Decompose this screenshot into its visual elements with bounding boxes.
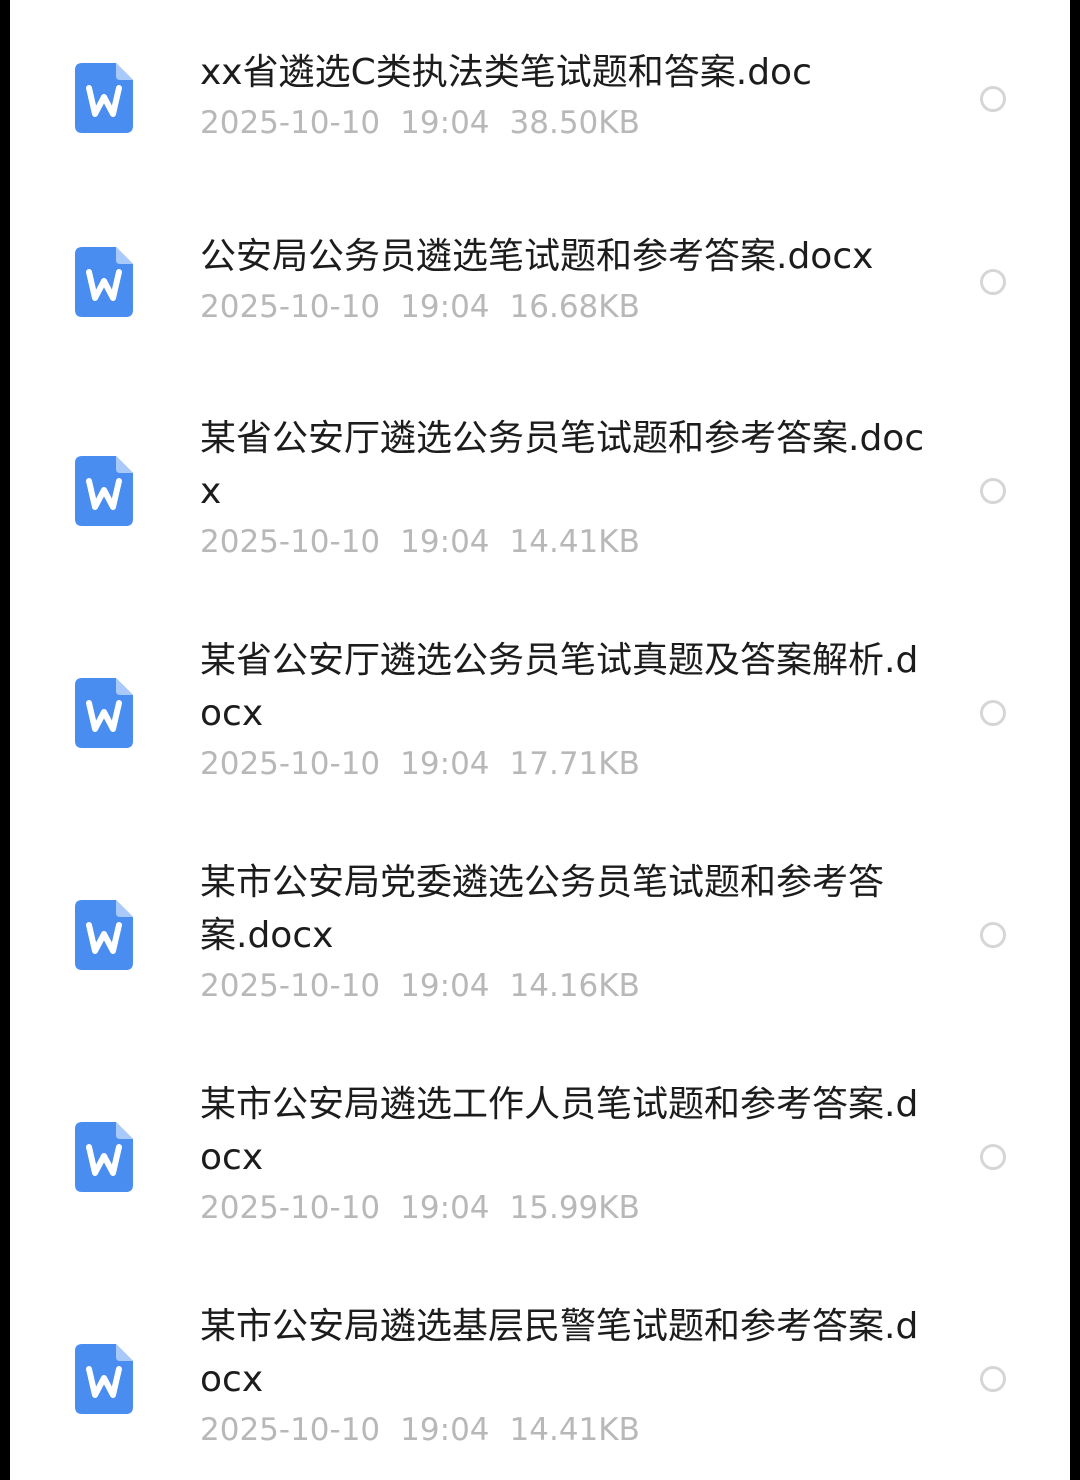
file-time: 19:04 [400,289,490,325]
file-time: 19:04 [400,1412,490,1448]
file-name: 某市公安局遴选基层民警笔试题和参考答案.docx [200,1306,919,1400]
file-name: 公安局公务员遴选笔试题和参考答案.docx [200,236,874,277]
file-date: 2025-10-10 [200,289,381,325]
file-size: 14.41KB [509,1412,640,1448]
file-time: 19:04 [400,524,490,560]
file-date: 2025-10-10 [200,1190,381,1226]
file-time: 19:04 [400,105,490,141]
select-radio-button[interactable] [980,1366,1006,1392]
file-date: 2025-10-10 [200,524,381,560]
select-radio-button[interactable] [980,1144,1006,1170]
file-name: xx省遴选C类执法类笔试题和答案.doc [200,52,812,93]
file-time: 19:04 [400,746,490,782]
file-meta: 2025-10-10 19:04 17.71KB [200,744,930,784]
file-browser-screen: xx省遴选C类执法类笔试题和答案.doc 2025-10-10 19:04 38.5… [10,0,1070,1480]
word-doc-icon [75,678,133,748]
file-date: 2025-10-10 [200,1412,381,1448]
file-name: 某省公安厅遴选公务员笔试题和参考答案.docx [200,418,925,512]
file-size: 14.41KB [509,524,640,560]
word-doc-icon [75,63,133,133]
select-radio-button[interactable] [980,86,1006,112]
file-size: 14.16KB [509,968,640,1004]
word-doc-icon [75,456,133,526]
file-date: 2025-10-10 [200,746,381,782]
file-meta: 2025-10-10 19:04 14.16KB [200,966,930,1006]
file-meta: 2025-10-10 19:04 14.41KB [200,522,930,562]
file-date: 2025-10-10 [200,105,381,141]
select-radio-button[interactable] [980,700,1006,726]
file-size: 38.50KB [509,105,640,141]
word-doc-icon [75,1122,133,1192]
select-radio-button[interactable] [980,478,1006,504]
file-name: 某市公安局党委遴选公务员笔试题和参考答案.docx [200,862,885,956]
file-meta: 2025-10-10 19:04 16.68KB [200,287,930,327]
select-radio-button[interactable] [980,922,1006,948]
file-time: 19:04 [400,968,490,1004]
word-doc-icon [75,247,133,317]
word-doc-icon [75,1344,133,1414]
file-meta: 2025-10-10 19:04 38.50KB [200,103,930,143]
file-date: 2025-10-10 [200,968,381,1004]
file-size: 16.68KB [509,289,640,325]
file-list: xx省遴选C类执法类笔试题和答案.doc 2025-10-10 19:04 38.5… [10,0,1070,1480]
select-radio-button[interactable] [980,269,1006,295]
file-meta: 2025-10-10 19:04 15.99KB [200,1188,930,1228]
word-doc-icon [75,900,133,970]
file-time: 19:04 [400,1190,490,1226]
file-size: 15.99KB [509,1190,640,1226]
file-meta: 2025-10-10 19:04 14.41KB [200,1410,930,1450]
file-name: 某市公安局遴选工作人员笔试题和参考答案.docx [200,1084,919,1178]
file-name: 某省公安厅遴选公务员笔试真题及答案解析.docx [200,640,919,734]
file-size: 17.71KB [509,746,640,782]
